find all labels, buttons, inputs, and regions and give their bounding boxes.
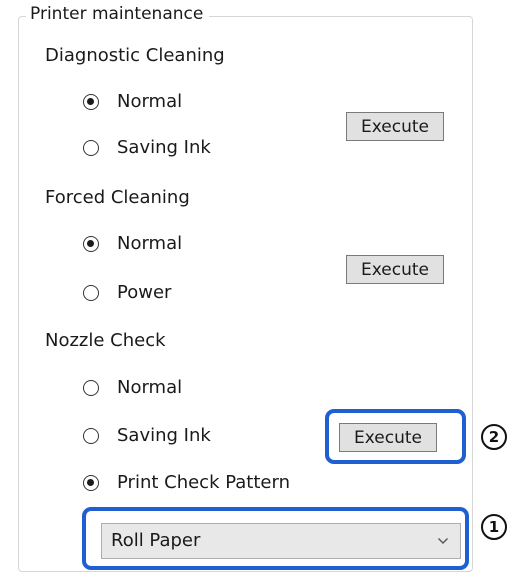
- diagnostic-cleaning-label: Diagnostic Cleaning: [45, 45, 225, 66]
- forced-normal-radio[interactable]: [83, 236, 99, 252]
- group-title: Printer maintenance: [26, 2, 210, 26]
- forced-execute-button[interactable]: Execute: [346, 255, 444, 284]
- nozzle-saving-ink-label: Saving Ink: [117, 425, 211, 446]
- nozzle-normal-label: Normal: [117, 377, 183, 398]
- execute-highlight-frame: [325, 409, 466, 464]
- nozzle-saving-ink-radio[interactable]: [83, 428, 99, 444]
- forced-cleaning-label: Forced Cleaning: [45, 187, 190, 208]
- nozzle-print-check-pattern-option[interactable]: Print Check Pattern: [83, 470, 290, 496]
- forced-normal-option[interactable]: Normal: [83, 231, 182, 257]
- forced-power-label: Power: [117, 282, 172, 303]
- forced-power-option[interactable]: Power: [83, 280, 171, 306]
- diagnostic-saving-ink-label: Saving Ink: [117, 137, 211, 158]
- diagnostic-normal-option[interactable]: Normal: [83, 89, 182, 115]
- diagnostic-saving-ink-radio[interactable]: [83, 140, 99, 156]
- nozzle-normal-radio[interactable]: [83, 380, 99, 396]
- forced-normal-label: Normal: [117, 233, 183, 254]
- callout-one-icon: 1: [481, 514, 507, 540]
- diagnostic-execute-button[interactable]: Execute: [346, 112, 444, 141]
- nozzle-check-label: Nozzle Check: [45, 330, 166, 351]
- nozzle-normal-option[interactable]: Normal: [83, 375, 182, 401]
- nozzle-print-check-pattern-label: Print Check Pattern: [117, 472, 290, 493]
- diagnostic-saving-ink-option[interactable]: Saving Ink: [83, 135, 211, 161]
- diagnostic-normal-radio[interactable]: [83, 94, 99, 110]
- diagnostic-normal-label: Normal: [117, 91, 183, 112]
- nozzle-saving-ink-option[interactable]: Saving Ink: [83, 423, 211, 449]
- nozzle-print-check-pattern-radio[interactable]: [83, 475, 99, 491]
- dropdown-highlight-frame: [82, 507, 469, 570]
- forced-power-radio[interactable]: [83, 285, 99, 301]
- callout-two-icon: 2: [481, 424, 507, 450]
